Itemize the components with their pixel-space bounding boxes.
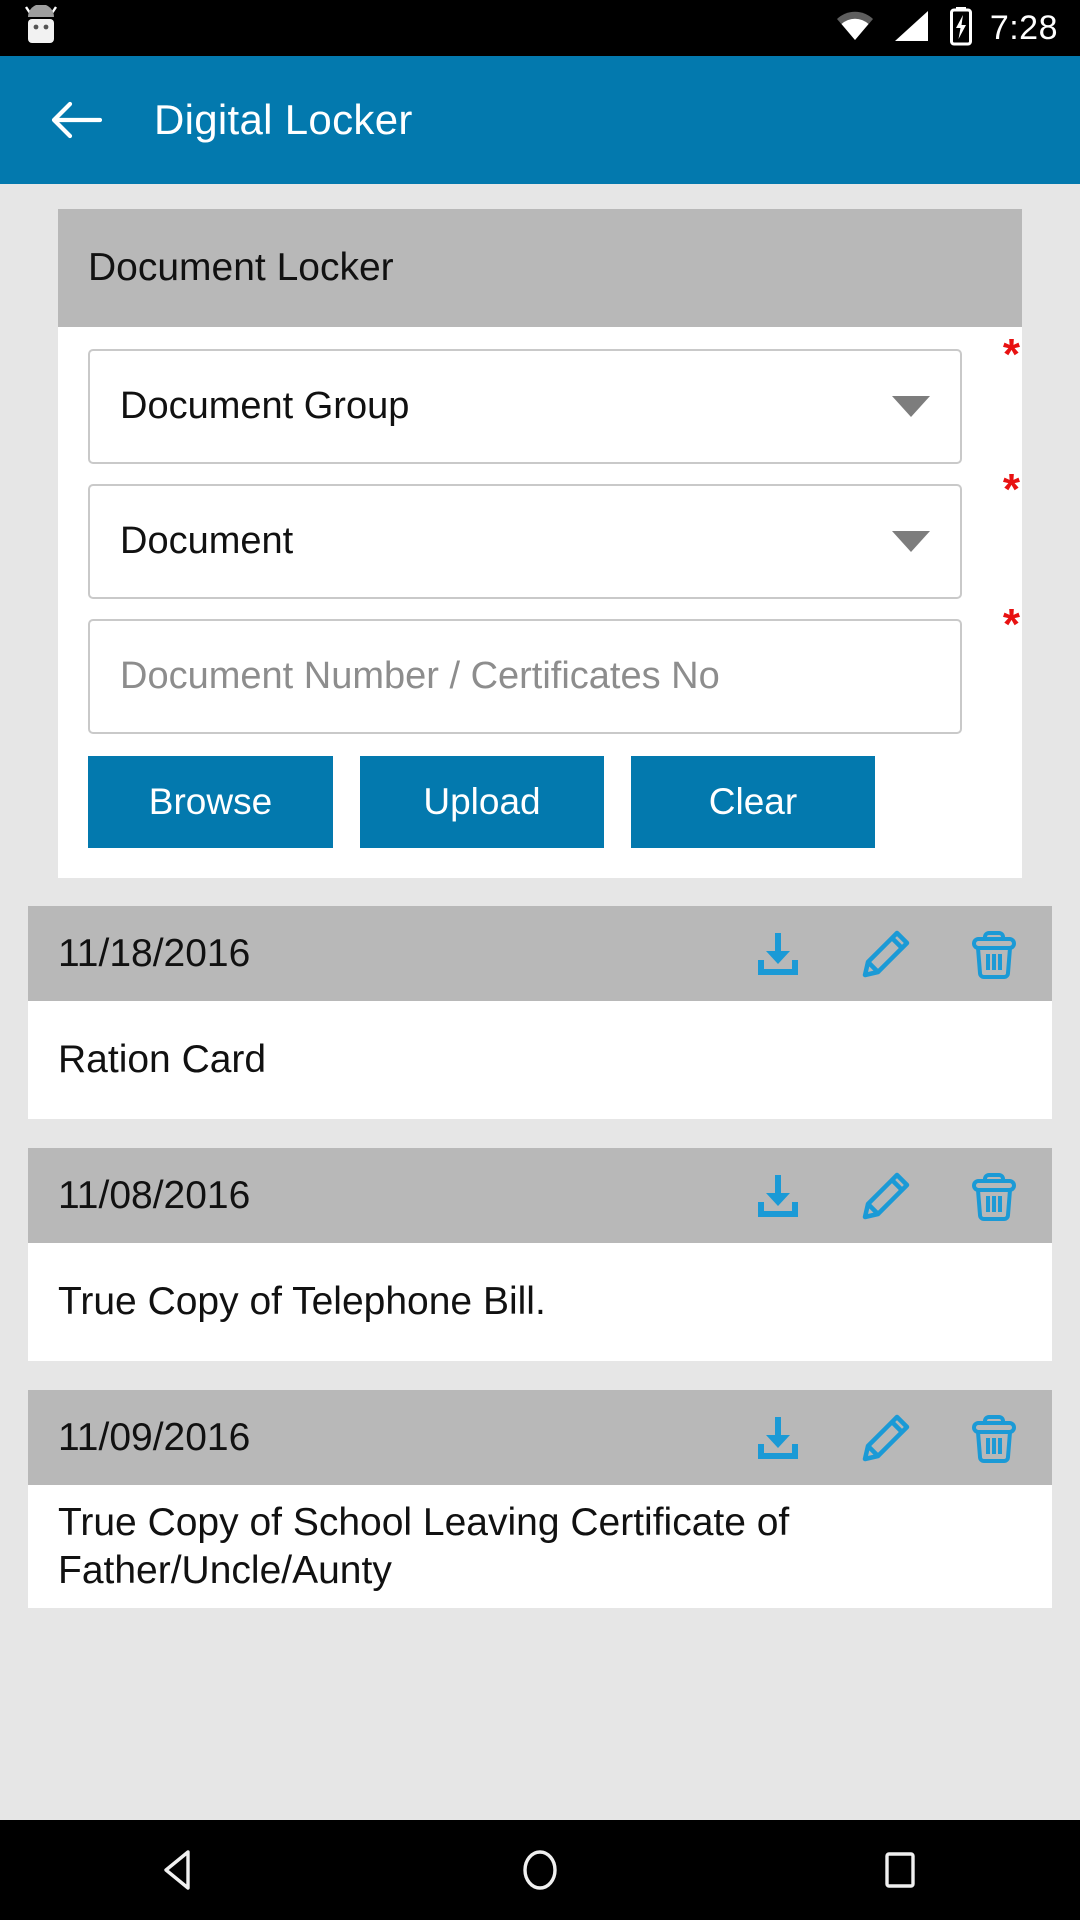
list-item: 11/18/2016 Ration Card: [28, 906, 1052, 1119]
android-navigation-bar: [0, 1820, 1080, 1920]
document-row-body: True Copy of Telephone Bill.: [28, 1243, 1052, 1361]
document-locker-panel: Document Locker Document Group * Documen…: [58, 209, 1022, 878]
panel-header-title: Document Locker: [88, 246, 394, 289]
required-asterisk: *: [1002, 600, 1020, 649]
document-row-header: 11/09/2016: [28, 1390, 1052, 1485]
field-row-document-number: Document Number / Certificates No *: [88, 603, 1020, 734]
panel-header: Document Locker: [58, 209, 1022, 327]
document-title: True Copy of School Leaving Certificate …: [58, 1501, 790, 1592]
cellular-signal-icon: [892, 8, 932, 49]
chevron-down-icon: [892, 531, 930, 552]
android-robot-icon: [22, 3, 68, 52]
document-list: 11/18/2016 Ration Card 11/08/2016 True C…: [0, 906, 1080, 1609]
status-bar-clock: 7:28: [989, 8, 1058, 47]
document-number-input[interactable]: Document Number / Certificates No: [88, 619, 962, 734]
list-item: 11/09/2016 True Copy of School Leaving C…: [28, 1390, 1052, 1609]
document-row-header: 11/18/2016: [28, 906, 1052, 1001]
document-row-actions: [750, 926, 1022, 982]
page-title: Digital Locker: [154, 96, 413, 143]
trash-delete-icon[interactable]: [966, 1410, 1022, 1466]
document-row-header: 11/08/2016: [28, 1148, 1052, 1243]
nav-back-triangle-icon[interactable]: [120, 1820, 240, 1920]
document-group-dropdown[interactable]: Document Group: [88, 349, 962, 464]
nav-home-circle-icon[interactable]: [480, 1820, 600, 1920]
edit-pencil-icon[interactable]: [858, 926, 914, 982]
list-item: 11/08/2016 True Copy of Telephone Bill.: [28, 1148, 1052, 1361]
document-label: Document: [120, 520, 294, 562]
document-row-actions: [750, 1410, 1022, 1466]
document-number-placeholder: Document Number / Certificates No: [120, 655, 720, 697]
required-asterisk: *: [1002, 330, 1020, 379]
back-arrow-icon[interactable]: [48, 92, 104, 148]
document-group-label: Document Group: [120, 385, 410, 427]
status-bar-right: 7:28: [834, 6, 1058, 51]
download-icon[interactable]: [750, 1168, 806, 1224]
browse-button[interactable]: Browse: [88, 756, 333, 848]
clear-button[interactable]: Clear: [631, 756, 875, 848]
edit-pencil-icon[interactable]: [858, 1410, 914, 1466]
document-dropdown[interactable]: Document: [88, 484, 962, 599]
download-icon[interactable]: [750, 926, 806, 982]
trash-delete-icon[interactable]: [966, 1168, 1022, 1224]
document-title: Ration Card: [58, 1038, 267, 1082]
upload-button[interactable]: Upload: [360, 756, 604, 848]
form-actions: Browse Upload Clear: [88, 756, 992, 848]
battery-charging-icon: [948, 6, 974, 51]
required-asterisk: *: [1002, 465, 1020, 514]
trash-delete-icon[interactable]: [966, 926, 1022, 982]
document-row-body: Ration Card: [28, 1001, 1052, 1119]
field-row-document-group: Document Group *: [88, 333, 1020, 464]
document-title: True Copy of Telephone Bill.: [58, 1280, 546, 1324]
document-date: 11/09/2016: [58, 1415, 251, 1459]
panel-body: Document Group * Document * Document Num…: [58, 327, 1022, 878]
download-icon[interactable]: [750, 1410, 806, 1466]
status-bar-left: [22, 3, 68, 52]
main-content: Document Locker Document Group * Documen…: [0, 184, 1080, 1820]
document-row-actions: [750, 1168, 1022, 1224]
field-row-document: Document *: [88, 468, 1020, 599]
document-date: 11/08/2016: [58, 1173, 251, 1217]
app-bar: Digital Locker: [0, 56, 1080, 184]
chevron-down-icon: [892, 396, 930, 417]
document-row-body: True Copy of School Leaving Certificate …: [28, 1485, 1052, 1609]
status-bar: 7:28: [0, 0, 1080, 56]
edit-pencil-icon[interactable]: [858, 1168, 914, 1224]
app-screen: 7:28 Digital Locker Document Locker Docu…: [0, 0, 1080, 1920]
document-date: 11/18/2016: [58, 931, 251, 975]
nav-recents-square-icon[interactable]: [840, 1820, 960, 1920]
wifi-icon: [834, 8, 876, 49]
